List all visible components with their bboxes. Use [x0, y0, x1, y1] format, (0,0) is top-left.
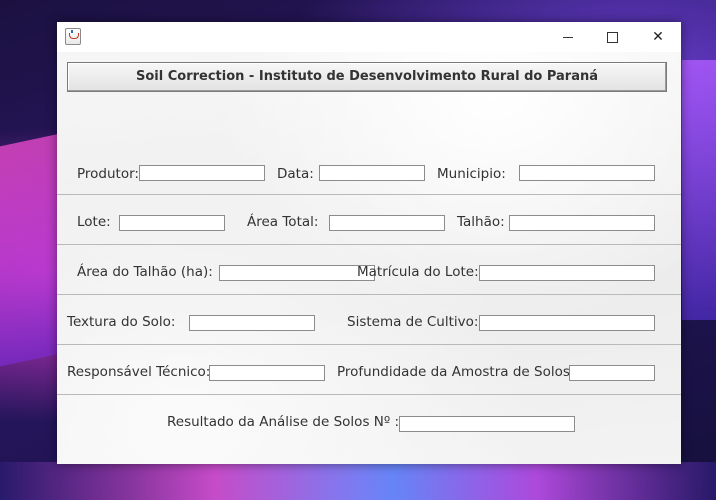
area-total-input[interactable] [329, 215, 445, 231]
header-title-button[interactable]: Soil Correction - Instituto de Desenvolv… [67, 62, 667, 92]
background-stripe-right [682, 60, 716, 320]
talhao-label: Talhão: [457, 214, 505, 230]
municipio-input[interactable] [519, 165, 655, 181]
talhao-input[interactable] [509, 215, 655, 231]
minimize-button[interactable] [545, 22, 591, 52]
maximize-button[interactable] [589, 22, 635, 52]
minimize-icon [563, 36, 573, 38]
profundidade-label: Profundidade da Amostra de Solos: [337, 364, 575, 380]
municipio-label: Municipio: [437, 166, 506, 182]
lote-input[interactable] [119, 215, 225, 231]
row-separator [57, 344, 681, 345]
resultado-input[interactable] [399, 416, 575, 432]
data-label: Data: [277, 166, 314, 182]
sistema-label: Sistema de Cultivo: [347, 314, 479, 330]
close-icon: ✕ [652, 29, 664, 45]
profundidade-input[interactable] [569, 365, 655, 381]
matricula-label: Matrícula do Lote: [357, 264, 479, 280]
textura-label: Textura do Solo: [67, 314, 176, 330]
produtor-label: Produtor: [77, 166, 139, 182]
row-separator [57, 294, 681, 295]
row-separator [57, 194, 681, 195]
data-input[interactable] [319, 165, 425, 181]
produtor-input[interactable] [139, 165, 265, 181]
maximize-icon [606, 31, 618, 43]
background-stripe-left [0, 133, 60, 367]
row-separator [57, 244, 681, 245]
responsavel-label: Responsável Técnico: [67, 364, 211, 380]
sistema-input[interactable] [479, 315, 655, 331]
lote-label: Lote: [77, 214, 111, 230]
responsavel-input[interactable] [209, 365, 325, 381]
resultado-label: Resultado da Análise de Solos Nº : [167, 414, 400, 430]
area-talhao-input[interactable] [219, 265, 375, 281]
area-talhao-label: Área do Talhão (ha): [77, 264, 213, 280]
close-button[interactable]: ✕ [635, 22, 681, 52]
matricula-input[interactable] [479, 265, 655, 281]
row-separator [57, 394, 681, 395]
textura-input[interactable] [189, 315, 315, 331]
form-panel: Soil Correction - Instituto de Desenvolv… [57, 52, 681, 464]
app-window: ✕ Soil Correction - Instituto de Desenvo… [57, 22, 681, 464]
background-floor-glow [0, 462, 716, 500]
title-bar: ✕ [57, 22, 681, 52]
java-app-icon[interactable] [65, 28, 81, 45]
area-total-label: Área Total: [247, 214, 319, 230]
